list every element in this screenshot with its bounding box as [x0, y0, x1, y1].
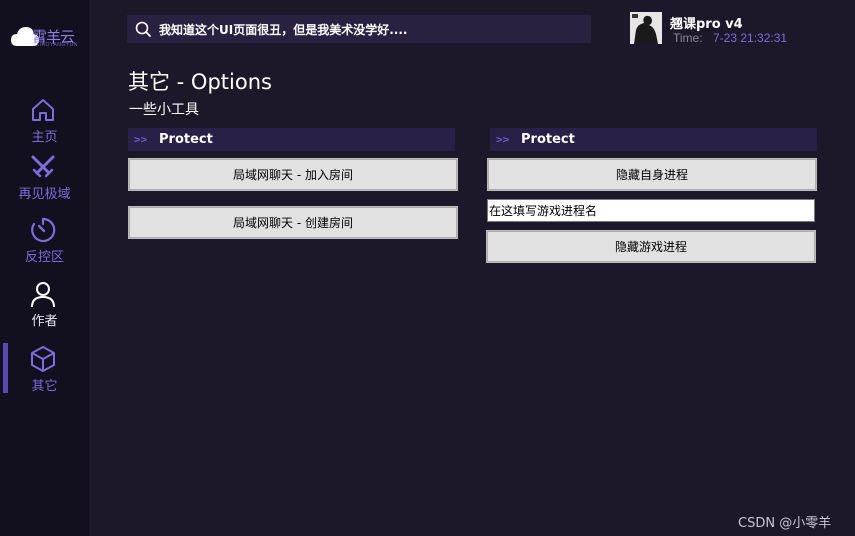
hide-self-process-button[interactable]: 隐藏自身进程	[487, 158, 817, 191]
hide-game-process-button[interactable]: 隐藏游戏进程	[486, 230, 816, 263]
cube-icon	[31, 346, 55, 372]
section-title: Protect	[521, 132, 575, 147]
user-name: 翘课pro v4	[670, 17, 743, 32]
sidebar-item-goodbye[interactable]: 再见极域	[0, 153, 89, 209]
user-icon	[31, 282, 55, 308]
search-bar[interactable]: 我知道这个UI页面很丑，但是我美术没学好....	[127, 15, 591, 43]
page-subtitle: 一些小工具	[129, 102, 199, 118]
section-header-right: >> Protect	[490, 128, 817, 151]
sidebar-item-other[interactable]: 其它	[0, 345, 89, 401]
sidebar-item-home[interactable]: 主页	[0, 96, 89, 152]
section-title: Protect	[159, 132, 213, 147]
sidebar-item-label: 主页	[31, 130, 58, 145]
time-value: 7-23 21:32:31	[713, 31, 788, 45]
avatar[interactable]	[630, 12, 662, 44]
sidebar-item-label: 再见极域	[18, 187, 71, 202]
sidebar-item-author[interactable]: 作者	[0, 280, 89, 336]
sidebar-item-label: 其它	[31, 379, 58, 394]
brand-subtitle: XIAOYANGYUN	[36, 42, 78, 48]
home-icon	[32, 99, 54, 121]
search-text: 我知道这个UI页面很丑，但是我美术没学好....	[159, 23, 408, 37]
search-icon	[135, 21, 151, 37]
timer-icon	[31, 217, 56, 243]
crossed-swords-icon	[31, 155, 55, 178]
app-window: 霄羊云 XIAOYANGYUN 主页 再见极域 反控区 作者 其它 我知道这个U…	[0, 0, 855, 536]
avatar-image	[630, 12, 662, 44]
sidebar-item-anticontrol[interactable]: 反控区	[0, 216, 89, 272]
watermark: CSDN @小零羊	[738, 516, 832, 531]
game-process-name-input[interactable]	[487, 199, 815, 222]
sidebar-item-label: 反控区	[24, 250, 64, 265]
sidebar-item-label: 作者	[31, 314, 58, 329]
time-label: Time:	[673, 31, 703, 45]
section-arrow: >>	[496, 133, 510, 146]
section-header-left: >> Protect	[128, 128, 455, 151]
lan-chat-join-button[interactable]: 局域网聊天 - 加入房间	[128, 158, 458, 191]
lan-chat-create-button[interactable]: 局域网聊天 - 创建房间	[128, 206, 458, 239]
sidebar: 霄羊云 XIAOYANGYUN 主页 再见极域 反控区 作者 其它	[0, 0, 89, 536]
section-arrow: >>	[134, 133, 148, 146]
page-title: 其它 - Options	[128, 70, 272, 94]
